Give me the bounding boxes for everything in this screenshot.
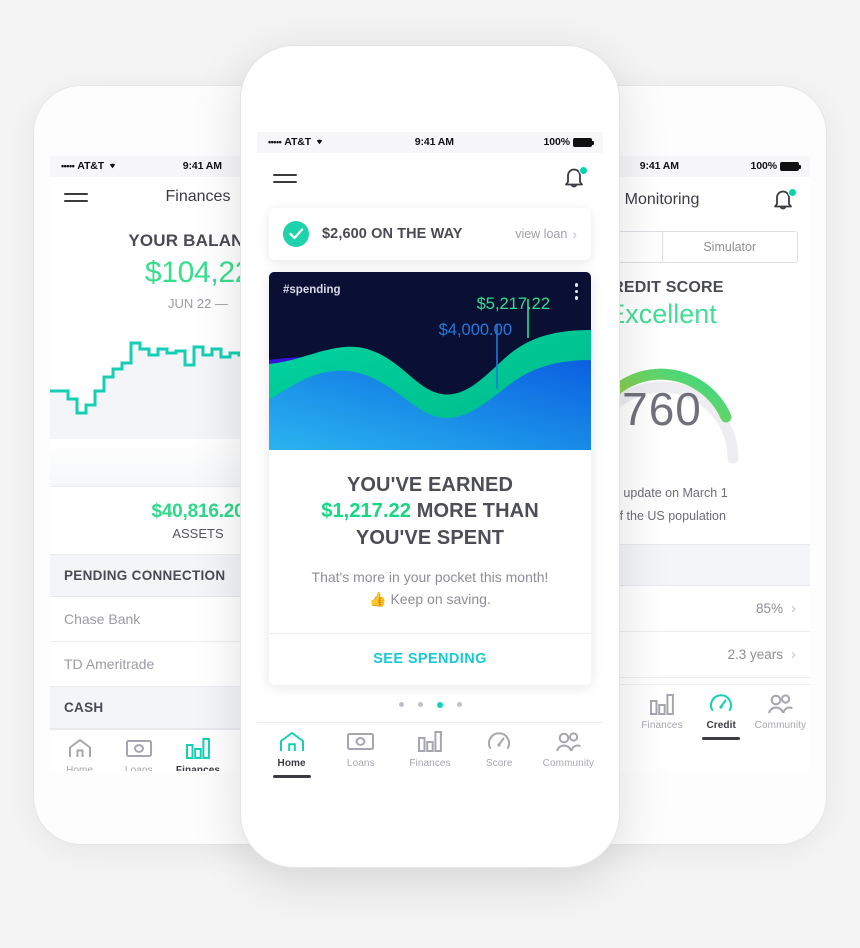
tab-label: Finances — [641, 720, 683, 732]
bell-notification-icon[interactable] — [563, 166, 588, 190]
carrier-label: AT&T — [284, 136, 312, 148]
tab-label: Loans — [124, 764, 153, 772]
check-circle-icon — [283, 221, 309, 247]
tab-label: Home — [66, 764, 94, 772]
banknote-icon — [347, 730, 375, 754]
carousel-pagination[interactable] — [257, 685, 603, 722]
tab-credit[interactable]: Credit — [692, 692, 751, 740]
hamburger-menu-icon[interactable] — [64, 192, 88, 202]
card-subtext: That's more in your pocket this month! 👍… — [311, 569, 549, 607]
tab-label: Score — [485, 757, 513, 769]
tab-score[interactable]: Score — [465, 730, 534, 778]
card-headline: YOU'VE EARNED $1,217.22 MORE THAN YOU'VE… — [269, 450, 591, 551]
people-icon — [767, 692, 794, 716]
center-phone-screen: ••••• AT&T 9:41 AM 100% $2,600 ON THE WA… — [257, 132, 603, 792]
tab-loans[interactable]: Loans — [326, 730, 395, 778]
headline-line-3: YOU'VE SPENT — [355, 526, 505, 549]
tab-label: Community — [542, 757, 595, 769]
battery-pct: 100% — [543, 136, 571, 148]
tab-home[interactable]: Home — [50, 737, 109, 772]
row-value: 2.3 years — [727, 647, 783, 663]
loan-banner-text: $2,600 ON THE WAY — [322, 226, 463, 242]
wifi-icon — [107, 160, 118, 172]
spending-card: #spending $5,217.22 $4,000.00 YOU'VE EAR… — [269, 272, 591, 685]
see-spending-button[interactable]: SEE SPENDING — [269, 634, 591, 685]
bar-chart-icon — [418, 730, 442, 754]
headline-amount: $1,217.22 — [321, 500, 412, 523]
bell-notification-icon[interactable] — [772, 188, 797, 212]
row-value: 85% — [755, 601, 783, 617]
tab-label: Credit — [706, 720, 736, 732]
hamburger-menu-icon[interactable] — [273, 173, 297, 183]
chevron-right-icon: › — [572, 226, 577, 242]
center-appbar — [257, 153, 603, 198]
chart-label-spent: $4,000.00 — [438, 321, 512, 339]
status-time: 9:41 AM — [182, 160, 222, 172]
status-bar: ••••• AT&T 9:41 AM 100% — [257, 132, 603, 153]
banknote-icon — [125, 737, 152, 761]
screenshot-stage: ••••• AT&T 9:41 AM 100% Finances YO — [0, 0, 860, 948]
loan-banner[interactable]: $2,600 ON THE WAY view loan › — [269, 208, 591, 260]
status-time: 9:41 AM — [639, 160, 679, 172]
tab-finances[interactable]: Finances — [632, 692, 691, 740]
home-icon — [279, 730, 305, 754]
page-dot[interactable] — [456, 701, 462, 707]
headline-line-1: YOU'VE EARNED — [346, 474, 514, 496]
more-vertical-icon[interactable] — [574, 283, 578, 303]
gauge-icon — [487, 730, 511, 754]
tab-finances[interactable]: Finances — [168, 737, 227, 772]
tab-community[interactable]: Community — [534, 730, 603, 778]
bar-chart-icon — [650, 692, 674, 716]
tab-label: Home — [277, 757, 306, 769]
spending-tag: #spending — [283, 284, 341, 296]
phone-center: ••••• AT&T 9:41 AM 100% $2,600 ON THE WA… — [240, 45, 620, 868]
spending-area-chart: #spending $5,217.22 $4,000.00 — [269, 272, 591, 450]
left-page-title: Finances — [165, 188, 231, 205]
center-tab-bar: Home Loans Finances Score Community — [257, 721, 603, 782]
list-item-label: TD Ameritrade — [64, 655, 155, 672]
bar-chart-icon — [186, 737, 210, 761]
tab-finances[interactable]: Finances — [395, 730, 464, 778]
view-loan-link[interactable]: view loan — [515, 227, 567, 241]
battery-full-icon — [573, 137, 594, 147]
headline-line-2: $1,217.22 MORE THAN — [287, 498, 573, 524]
tab-community[interactable]: Community — [751, 692, 810, 740]
right-page-title: Monitoring — [624, 191, 700, 208]
page-dot-active[interactable] — [436, 701, 443, 708]
tab-simulator[interactable]: Simulator — [661, 231, 798, 263]
page-dot[interactable] — [417, 701, 423, 707]
tab-label: Finances — [409, 757, 451, 769]
chart-label-earned: $5,217.22 — [476, 295, 550, 313]
home-icon — [68, 737, 92, 761]
notification-badge — [579, 166, 588, 175]
list-item-label: Chase Bank — [64, 610, 141, 627]
tab-label: Community — [754, 720, 807, 732]
signal-dots-icon: ••••• — [61, 161, 75, 171]
people-icon — [555, 730, 582, 754]
tab-home[interactable]: Home — [257, 730, 326, 778]
gauge-icon — [709, 692, 733, 716]
wifi-icon — [314, 136, 325, 148]
page-dot[interactable] — [398, 701, 404, 707]
chevron-right-icon: › — [791, 646, 796, 664]
tab-label: Loans — [346, 757, 375, 769]
carrier-label: AT&T — [77, 160, 105, 172]
chevron-right-icon: › — [791, 600, 796, 618]
status-time: 9:41 AM — [414, 136, 454, 148]
headline-line-2-rest: MORE THAN — [411, 500, 539, 523]
battery-pct: 100% — [750, 160, 778, 172]
tab-label: Finances — [175, 764, 221, 772]
notification-badge — [787, 188, 797, 197]
signal-dots-icon: ••••• — [268, 137, 282, 147]
tab-loans[interactable]: Loans — [109, 737, 168, 772]
battery-full-icon — [780, 161, 801, 171]
